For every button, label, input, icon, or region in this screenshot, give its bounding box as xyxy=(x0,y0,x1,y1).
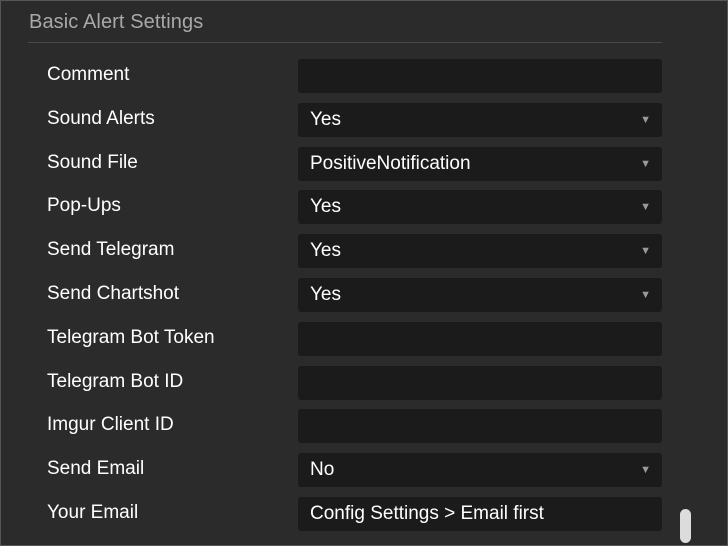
row-sound-alerts: Sound Alerts Yes ▼ xyxy=(1,102,701,147)
send-telegram-label: Send Telegram xyxy=(47,239,175,261)
send-chartshot-value: Yes xyxy=(310,283,341,305)
row-send-email: Send Email No ▼ xyxy=(1,453,701,497)
settings-form: Comment Sound Alerts Yes ▼ Sound File Po… xyxy=(1,59,701,541)
caret-down-icon: ▼ xyxy=(640,464,651,477)
sound-alerts-select[interactable]: Yes ▼ xyxy=(298,102,662,137)
row-sound-file: Sound File PositiveNotification ▼ xyxy=(1,146,701,191)
caret-down-icon: ▼ xyxy=(640,157,651,170)
caret-down-icon: ▼ xyxy=(640,245,651,258)
telegram-bot-id-label: Telegram Bot ID xyxy=(47,370,184,392)
imgur-client-id-input[interactable] xyxy=(298,409,662,444)
send-email-label: Send Email xyxy=(47,458,145,480)
row-send-chartshot: Send Chartshot Yes ▼ xyxy=(1,277,701,322)
caret-down-icon: ▼ xyxy=(640,113,651,126)
sound-file-select[interactable]: PositiveNotification ▼ xyxy=(298,146,662,181)
send-chartshot-select[interactable]: Yes ▼ xyxy=(298,277,662,312)
telegram-bot-token-input[interactable] xyxy=(298,321,662,356)
sound-file-label: Sound File xyxy=(47,151,138,173)
comment-input[interactable] xyxy=(298,59,662,93)
sound-file-value: PositiveNotification xyxy=(310,152,471,174)
pop-ups-value: Yes xyxy=(310,196,341,218)
telegram-bot-token-label: Telegram Bot Token xyxy=(47,326,215,348)
comment-label: Comment xyxy=(47,64,130,85)
row-pop-ups: Pop-Ups Yes ▼ xyxy=(1,190,701,234)
pop-ups-select[interactable]: Yes ▼ xyxy=(298,190,662,225)
sound-alerts-label: Sound Alerts xyxy=(47,107,155,129)
caret-down-icon: ▼ xyxy=(640,201,651,214)
alert-settings-panel: Basic Alert Settings Comment Sound Alert… xyxy=(0,0,728,546)
your-email-value: Config Settings > Email first xyxy=(310,502,544,524)
pop-ups-label: Pop-Ups xyxy=(47,195,121,217)
scrollbar-thumb[interactable] xyxy=(680,509,691,543)
row-send-telegram: Send Telegram Yes ▼ xyxy=(1,234,701,278)
send-email-select[interactable]: No ▼ xyxy=(298,453,662,488)
send-email-value: No xyxy=(310,459,335,481)
row-telegram-bot-id: Telegram Bot ID xyxy=(1,365,701,410)
imgur-client-id-label: Imgur Client ID xyxy=(47,414,174,436)
caret-down-icon: ▼ xyxy=(640,288,651,301)
send-chartshot-label: Send Chartshot xyxy=(47,282,180,304)
row-imgur-client-id: Imgur Client ID xyxy=(1,409,701,453)
row-comment: Comment xyxy=(1,59,701,103)
row-your-email: Your Email Config Settings > Email first xyxy=(1,496,701,541)
send-telegram-value: Yes xyxy=(310,240,341,262)
row-telegram-bot-token: Telegram Bot Token xyxy=(1,321,701,366)
section-title: Basic Alert Settings xyxy=(29,11,204,33)
your-email-label: Your Email xyxy=(47,501,139,523)
section-divider xyxy=(28,42,662,43)
send-telegram-select[interactable]: Yes ▼ xyxy=(298,234,662,269)
telegram-bot-id-input[interactable] xyxy=(298,365,662,400)
sound-alerts-value: Yes xyxy=(310,108,341,130)
your-email-input[interactable]: Config Settings > Email first xyxy=(298,496,662,531)
